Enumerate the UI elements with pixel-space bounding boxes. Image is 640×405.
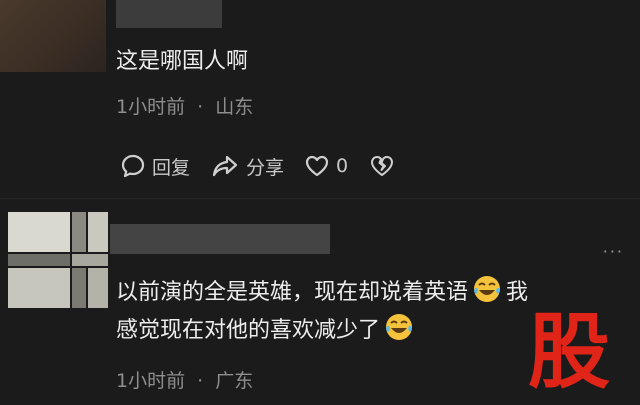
username-redacted[interactable]: [116, 0, 222, 28]
like-count: 0: [336, 155, 349, 177]
reply-button[interactable]: 回复: [120, 153, 190, 180]
share-button[interactable]: 分享: [210, 153, 284, 180]
comment-text-line-2: 感觉现在对他的喜欢减少了: [116, 312, 418, 349]
avatar[interactable]: [8, 212, 108, 308]
meta-separator: ·: [197, 370, 204, 392]
comment-text-part: 感觉现在对他的喜欢减少了: [116, 318, 381, 343]
meta-separator: ·: [197, 96, 204, 118]
reply-bubble-icon: [121, 154, 145, 178]
watermark-logo: 股: [528, 305, 611, 400]
comment-time: 1小时前: [116, 370, 186, 392]
tears-of-joy-emoji: [386, 314, 413, 340]
reply-label: 回复: [152, 156, 191, 179]
comment-actions: 回复 分享 0: [120, 150, 422, 182]
comment-text-part: 以前演的全是英雄，现在却说着英语: [116, 280, 469, 305]
share-arrow-icon: [212, 155, 238, 177]
comment-location: 广东: [215, 370, 254, 392]
comment-time: 1小时前: [116, 96, 186, 118]
comment-meta: 1小时前 · 广东: [116, 366, 253, 393]
comment-divider: [0, 198, 640, 199]
comment-text-part: 我: [506, 280, 529, 305]
username-redacted[interactable]: [110, 224, 330, 254]
tears-of-joy-emoji: [474, 276, 501, 302]
comment-meta: 1小时前 · 山东: [116, 92, 253, 119]
more-dots-icon[interactable]: ···: [603, 242, 624, 261]
comment-location: 山东: [215, 96, 254, 118]
broken-heart-dislike-icon: [371, 156, 394, 176]
heart-like-icon: [305, 155, 329, 177]
comment-text-line-1: 以前演的全是英雄，现在却说着英语 我: [116, 274, 528, 311]
comment-text: 这是哪国人啊: [116, 49, 249, 74]
share-label: 分享: [246, 156, 285, 179]
dislike-button[interactable]: [368, 153, 402, 179]
avatar[interactable]: [0, 0, 106, 72]
like-button[interactable]: 0: [304, 154, 348, 178]
